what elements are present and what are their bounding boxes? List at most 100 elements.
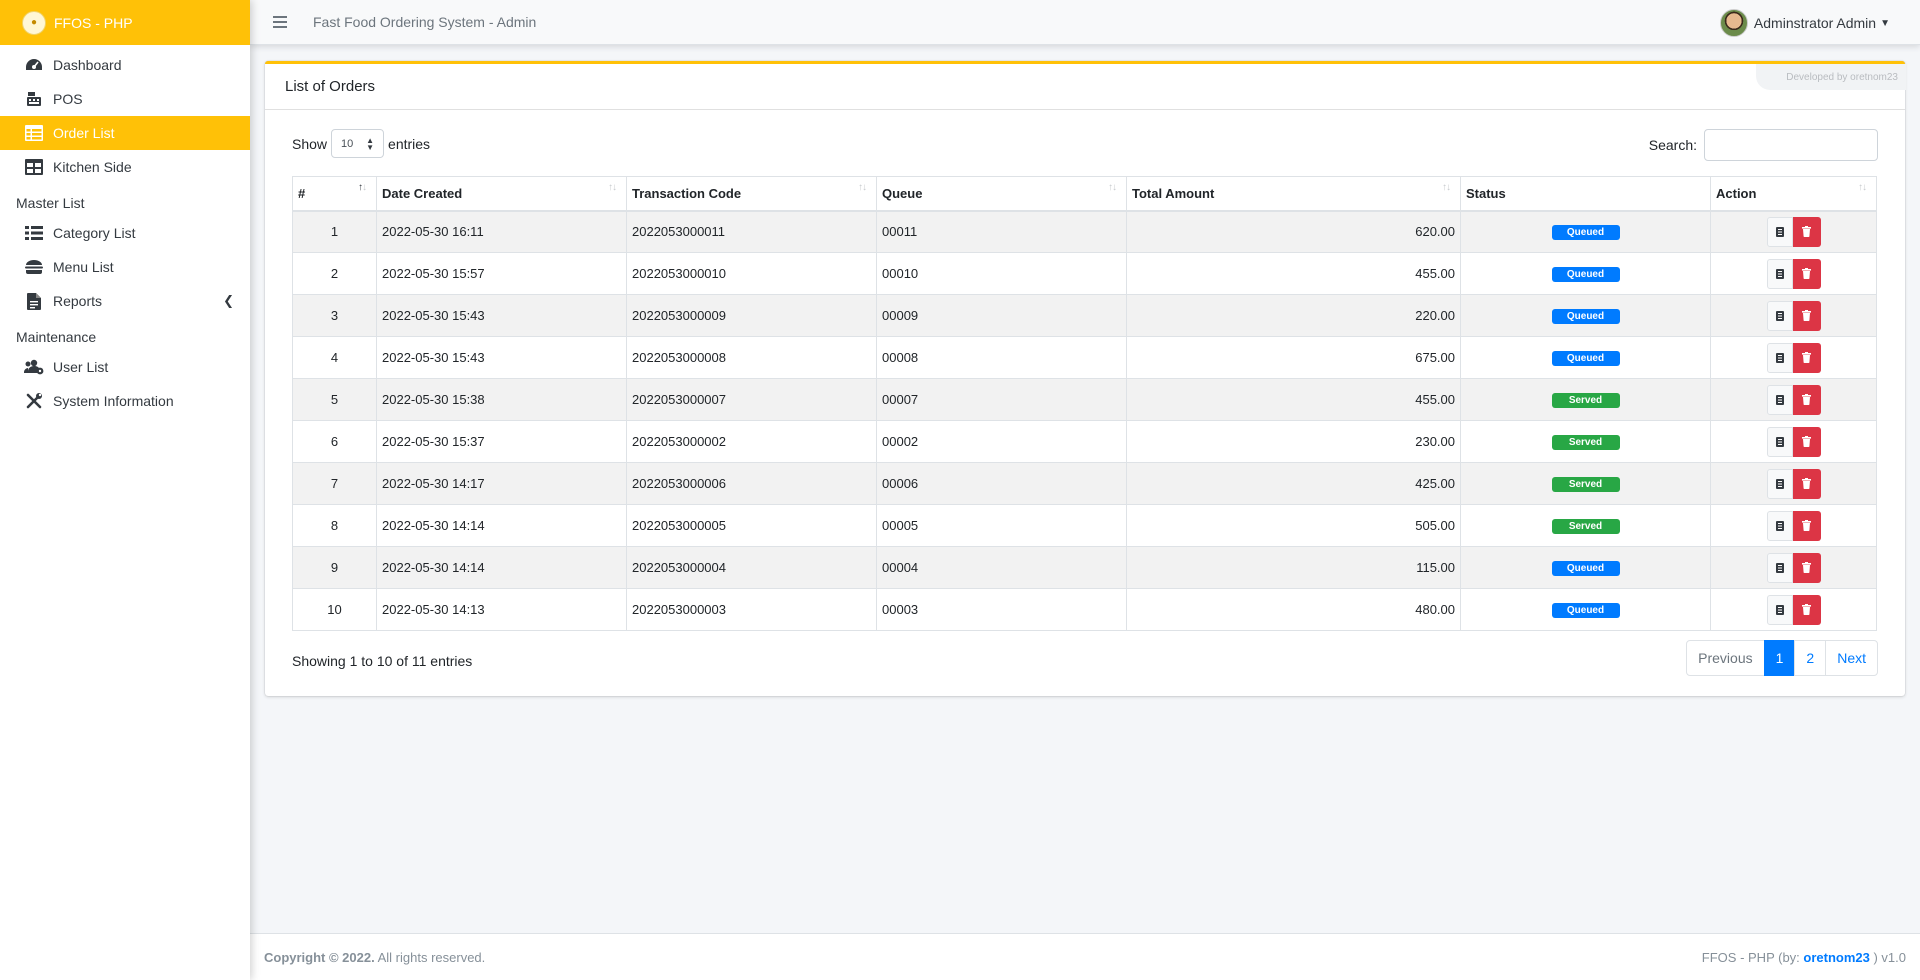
cell-status: Served xyxy=(1460,378,1711,421)
sidebar-header-maintenance: Maintenance xyxy=(16,329,97,345)
delete-button[interactable] xyxy=(1792,594,1821,625)
cell-status: Served xyxy=(1460,504,1711,547)
sidebar-item-reports[interactable]: Reports ❮ xyxy=(0,284,250,318)
view-button[interactable] xyxy=(1766,552,1793,583)
search-control: Search: xyxy=(1649,129,1878,161)
receipt-icon xyxy=(1775,436,1784,447)
cell-number: 9 xyxy=(292,546,377,589)
trash-icon xyxy=(1802,604,1811,615)
column-header-transaction-code[interactable]: Transaction Code ↑↓ xyxy=(626,176,877,212)
cell-transaction-code: 2022053000003 xyxy=(626,588,877,631)
view-button[interactable] xyxy=(1766,384,1793,415)
delete-button[interactable] xyxy=(1792,342,1821,373)
search-input[interactable] xyxy=(1704,129,1878,161)
column-label: Date Created xyxy=(382,185,463,201)
cell-status: Queued xyxy=(1460,294,1711,337)
delete-button[interactable] xyxy=(1792,468,1821,499)
view-button[interactable] xyxy=(1766,510,1793,541)
view-button[interactable] xyxy=(1766,426,1793,457)
status-badge: Queued xyxy=(1551,351,1620,366)
sidebar-item-label: Order List xyxy=(53,125,115,141)
list-icon xyxy=(24,224,44,242)
cell-queue: 00005 xyxy=(876,504,1127,547)
receipt-icon xyxy=(1775,394,1784,405)
sidebar-item-label: Kitchen Side xyxy=(53,159,132,175)
delete-button[interactable] xyxy=(1792,384,1821,415)
delete-button[interactable] xyxy=(1792,510,1821,541)
cell-action xyxy=(1710,588,1877,631)
pagination-page-2[interactable]: 2 xyxy=(1794,640,1827,676)
sidebar-item-dashboard[interactable]: Dashboard xyxy=(0,48,250,82)
cell-transaction-code: 2022053000010 xyxy=(626,252,877,295)
view-button[interactable] xyxy=(1766,342,1793,373)
table-row: 8 2022-05-30 14:14 2022053000005 00005 505.0… xyxy=(292,504,1877,547)
sidebar-item-label: Category List xyxy=(53,225,136,241)
pagination-page-1[interactable]: 1 xyxy=(1763,640,1796,676)
trash-icon xyxy=(1802,520,1811,531)
user-name: Adminstrator Admin xyxy=(1753,15,1877,31)
column-header-action[interactable]: Action ↑↓ xyxy=(1710,176,1877,212)
delete-button[interactable] xyxy=(1792,216,1821,247)
column-header-queue[interactable]: Queue ↑↓ xyxy=(876,176,1127,212)
column-label: Total Amount xyxy=(1132,185,1215,201)
trash-icon xyxy=(1802,436,1811,447)
cell-action xyxy=(1710,420,1877,463)
sidebar-item-pos[interactable]: POS xyxy=(0,82,250,116)
delete-button[interactable] xyxy=(1792,552,1821,583)
view-button[interactable] xyxy=(1766,300,1793,331)
cell-queue: 00006 xyxy=(876,462,1127,505)
delete-button[interactable] xyxy=(1792,258,1821,289)
cell-queue: 00004 xyxy=(876,546,1127,589)
receipt-icon xyxy=(1775,478,1784,489)
orders-table-body: 1 2022-05-30 16:11 2022053000011 00011 620.0… xyxy=(292,210,1877,631)
delete-button[interactable] xyxy=(1792,426,1821,457)
action-buttons xyxy=(1716,300,1871,331)
cell-status: Served xyxy=(1460,462,1711,505)
sidebar-item-kitchen-side[interactable]: Kitchen Side xyxy=(0,150,250,184)
action-buttons xyxy=(1716,510,1871,541)
select-arrows-icon: ▲ ▼ xyxy=(366,136,375,152)
table-row: 5 2022-05-30 15:38 2022053000007 00007 455.0… xyxy=(292,378,1877,421)
cell-total-amount: 220.00 xyxy=(1126,294,1461,337)
grid-icon xyxy=(24,158,44,176)
copyright-rest: All rights reserved. xyxy=(374,949,486,965)
status-badge: Served xyxy=(1551,435,1620,450)
column-header-number[interactable]: # ↑↓ xyxy=(292,176,377,212)
user-menu[interactable]: Adminstrator Admin ▼ xyxy=(1719,9,1890,37)
column-header-date-created[interactable]: Date Created ↑↓ xyxy=(376,176,627,212)
sidebar-item-order-list[interactable]: Order List xyxy=(0,116,250,150)
cell-queue: 00003 xyxy=(876,588,1127,631)
cell-number: 6 xyxy=(292,420,377,463)
footer-suffix: ) v1.0 xyxy=(1869,949,1906,965)
search-label: Search: xyxy=(1648,137,1697,153)
cell-number: 1 xyxy=(292,210,377,253)
view-button[interactable] xyxy=(1766,468,1793,499)
view-button[interactable] xyxy=(1766,258,1793,289)
action-buttons xyxy=(1716,552,1871,583)
hamburger-menu-icon[interactable] xyxy=(273,13,287,31)
table-info: Showing 1 to 10 of 11 entries xyxy=(292,653,473,669)
author-link[interactable]: oretnom23 xyxy=(1803,950,1869,965)
sidebar-item-category-list[interactable]: Category List xyxy=(0,216,250,250)
table-row: 6 2022-05-30 15:37 2022053000002 00002 230.0… xyxy=(292,420,1877,463)
column-label: # xyxy=(298,185,306,201)
entries-select[interactable]: 10 ▲ ▼ xyxy=(331,129,385,158)
pagination-previous[interactable]: Previous xyxy=(1686,640,1765,676)
sidebar-item-system-information[interactable]: System Information xyxy=(0,384,250,418)
pagination: Previous 1 2 Next xyxy=(1686,640,1878,676)
pagination-next[interactable]: Next xyxy=(1825,640,1878,676)
sidebar-item-user-list[interactable]: User List xyxy=(0,350,250,384)
view-button[interactable] xyxy=(1766,216,1793,247)
cell-number: 3 xyxy=(292,294,377,337)
avatar xyxy=(1719,9,1748,37)
status-badge: Queued xyxy=(1551,309,1620,324)
brand-link[interactable]: ● FFOS - PHP xyxy=(0,0,250,45)
delete-button[interactable] xyxy=(1792,300,1821,331)
cell-action xyxy=(1710,336,1877,379)
view-button[interactable] xyxy=(1766,594,1793,625)
column-header-total-amount[interactable]: Total Amount ↑↓ xyxy=(1126,176,1461,212)
developer-badge: Developed by oretnom23 xyxy=(1756,64,1906,90)
receipt-icon xyxy=(1775,520,1784,531)
sidebar-item-menu-list[interactable]: Menu List xyxy=(0,250,250,284)
cell-total-amount: 505.00 xyxy=(1126,504,1461,547)
